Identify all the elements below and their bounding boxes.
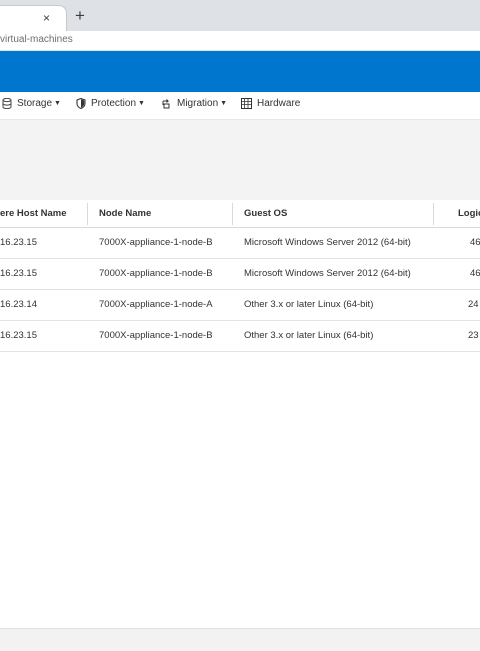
address-bar[interactable]: virtual-machines <box>0 31 480 51</box>
menu-protection[interactable]: Protection ▼ <box>76 98 145 109</box>
chevron-down-icon: ▼ <box>138 100 145 107</box>
app-header-banner <box>0 51 480 92</box>
cell-logical: 46 <box>470 268 480 279</box>
table-row[interactable]: 16.23.15 7000X-appliance-1-node-B Other … <box>0 321 480 352</box>
shield-icon <box>76 98 86 109</box>
cell-guest-os: Other 3.x or later Linux (64-bit) <box>244 299 374 310</box>
cell-guest-os: Microsoft Windows Server 2012 (64-bit) <box>244 268 411 279</box>
vm-table: ere Host Name Node Name Guest OS Logic 1… <box>0 201 480 352</box>
url-text[interactable]: virtual-machines <box>0 34 73 45</box>
cell-node-name: 7000X-appliance-1-node-B <box>99 268 213 279</box>
cell-node-name: 7000X-appliance-1-node-B <box>99 237 213 248</box>
bottom-status-bar <box>0 628 480 651</box>
cell-logical: 46 <box>470 237 480 248</box>
browser-tab-strip: × + <box>0 0 480 31</box>
column-header-host-name[interactable]: ere Host Name <box>0 201 67 227</box>
table-row[interactable]: 16.23.14 7000X-appliance-1-node-A Other … <box>0 290 480 321</box>
table-header: ere Host Name Node Name Guest OS Logic <box>0 201 480 228</box>
menu-storage-label: Storage <box>17 98 53 109</box>
cell-logical: 23 <box>468 330 479 341</box>
table-row[interactable]: 16.23.15 7000X-appliance-1-node-B Micros… <box>0 228 480 259</box>
cell-guest-os: Other 3.x or later Linux (64-bit) <box>244 330 374 341</box>
cell-node-name: 7000X-appliance-1-node-A <box>99 299 213 310</box>
menu-hardware[interactable]: Hardware <box>241 98 300 109</box>
cell-host-name: 16.23.15 <box>0 268 37 279</box>
chevron-down-icon: ▼ <box>54 100 61 107</box>
menu-migration-label: Migration <box>177 98 219 109</box>
cell-node-name: 7000X-appliance-1-node-B <box>99 330 213 341</box>
menu-migration[interactable]: Migration ▼ <box>161 98 227 109</box>
column-divider[interactable] <box>433 203 434 225</box>
new-tab-button[interactable]: + <box>75 6 85 26</box>
cell-host-name: 16.23.15 <box>0 330 37 341</box>
cell-host-name: 16.23.15 <box>0 237 37 248</box>
cell-host-name: 16.23.14 <box>0 299 37 310</box>
column-divider[interactable] <box>87 203 88 225</box>
column-header-node-name[interactable]: Node Name <box>99 201 151 227</box>
cell-guest-os: Microsoft Windows Server 2012 (64-bit) <box>244 237 411 248</box>
column-divider[interactable] <box>232 203 233 225</box>
cell-logical: 24 <box>468 299 479 310</box>
hardware-grid-icon <box>241 98 252 109</box>
column-header-guest-os[interactable]: Guest OS <box>244 201 287 227</box>
summary-panel <box>0 120 480 200</box>
chevron-down-icon: ▼ <box>220 100 228 107</box>
database-icon <box>2 98 12 109</box>
close-tab-icon[interactable]: × <box>43 10 50 26</box>
menu-storage[interactable]: Storage ▼ <box>2 98 61 109</box>
browser-tab[interactable]: × <box>0 5 67 31</box>
menu-protection-label: Protection <box>91 98 137 109</box>
migration-icon <box>161 98 172 109</box>
menu-hardware-label: Hardware <box>257 98 301 109</box>
main-menu-bar: Storage ▼ Protection ▼ Migration ▼ Hardw… <box>0 92 480 120</box>
table-row[interactable]: 16.23.15 7000X-appliance-1-node-B Micros… <box>0 259 480 290</box>
column-header-logical[interactable]: Logic <box>458 201 480 227</box>
